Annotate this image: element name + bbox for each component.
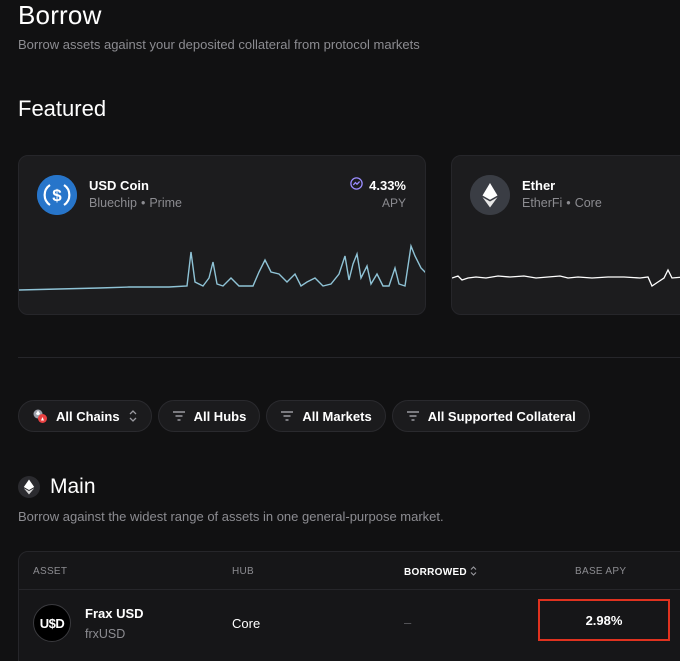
card-tag: EtherFi [522,196,563,210]
card-asset-tags: Bluechip • Prime [89,196,182,210]
filter-icon [172,410,186,422]
filter-icon [280,410,294,422]
asset-name: Frax USD [85,606,144,621]
page-title: Borrow [18,0,102,30]
column-header-label: BORROWED [404,567,467,578]
asset-hub: Core [232,616,261,631]
card-asset-tags: EtherFi • Core [522,196,602,210]
card-tag: Bluechip [89,196,137,210]
filter-label: All Chains [56,408,120,424]
column-header-borrowed[interactable]: BORROWED [404,566,477,579]
column-header-asset: ASSET [33,566,68,577]
table-row[interactable]: U$D Frax USD frxUSD Core – 2.98% [19,591,680,661]
svg-text:$: $ [52,186,62,205]
chevron-up-down-icon [128,409,138,423]
column-header-base-apy: BASE APY [575,566,627,577]
borrow-table: ASSET HUB BORROWED BASE APY U$D Frax USD… [18,551,680,661]
page-subtitle: Borrow assets against your deposited col… [18,37,420,52]
featured-title: Featured [18,96,107,121]
filter-all-supported-collateral[interactable]: All Supported Collateral [391,400,590,432]
trend-icon [350,177,363,193]
tag-separator: • [566,196,571,210]
filter-label: All Hubs [193,408,247,424]
asset-base-apy: 2.98% [538,599,670,641]
main-section-title: Main [50,475,96,498]
main-section-header: Main [18,475,96,499]
filter-bar: All Chains All Hubs All Markets All Supp… [18,400,590,432]
filter-label: All Supported Collateral [427,408,576,424]
filter-label: All Markets [302,408,372,424]
filter-all-hubs[interactable]: All Hubs [157,400,261,432]
ether-icon [470,175,510,215]
sort-icon [470,566,477,579]
filter-all-chains[interactable]: All Chains [18,400,152,432]
filter-icon [406,410,420,422]
usdc-icon: $ [37,175,77,215]
card-asset-name: USD Coin [89,178,149,193]
featured-card-usdc[interactable]: $ USD Coin Bluechip • Prime 4.33% APY [18,155,426,315]
tag-separator: • [140,196,146,210]
filter-all-markets[interactable]: All Markets [266,400,386,432]
asset-borrowed: – [404,615,412,630]
chains-icon [32,408,48,424]
card-apy-value: 4.33% [369,177,406,193]
card-asset-name: Ether [522,178,556,193]
frax-usd-icon-text: U$D [39,615,65,631]
card-tag: Prime [149,196,182,210]
section-divider [18,357,680,358]
main-section-subtitle: Borrow against the widest range of asset… [18,509,444,524]
table-header: ASSET HUB BORROWED BASE APY [19,552,680,590]
ether-icon [18,476,40,498]
card-apy-label: APY [381,196,406,210]
featured-card-ether[interactable]: Ether EtherFi • Core [451,155,680,315]
asset-symbol: frxUSD [85,627,126,641]
frax-usd-icon: U$D [33,604,71,642]
usdc-apy-sparkline [19,243,425,291]
card-tag: Core [574,196,602,210]
column-header-hub: HUB [232,566,255,577]
ether-apy-sparkline [452,268,680,287]
card-apy: 4.33% [350,177,406,193]
